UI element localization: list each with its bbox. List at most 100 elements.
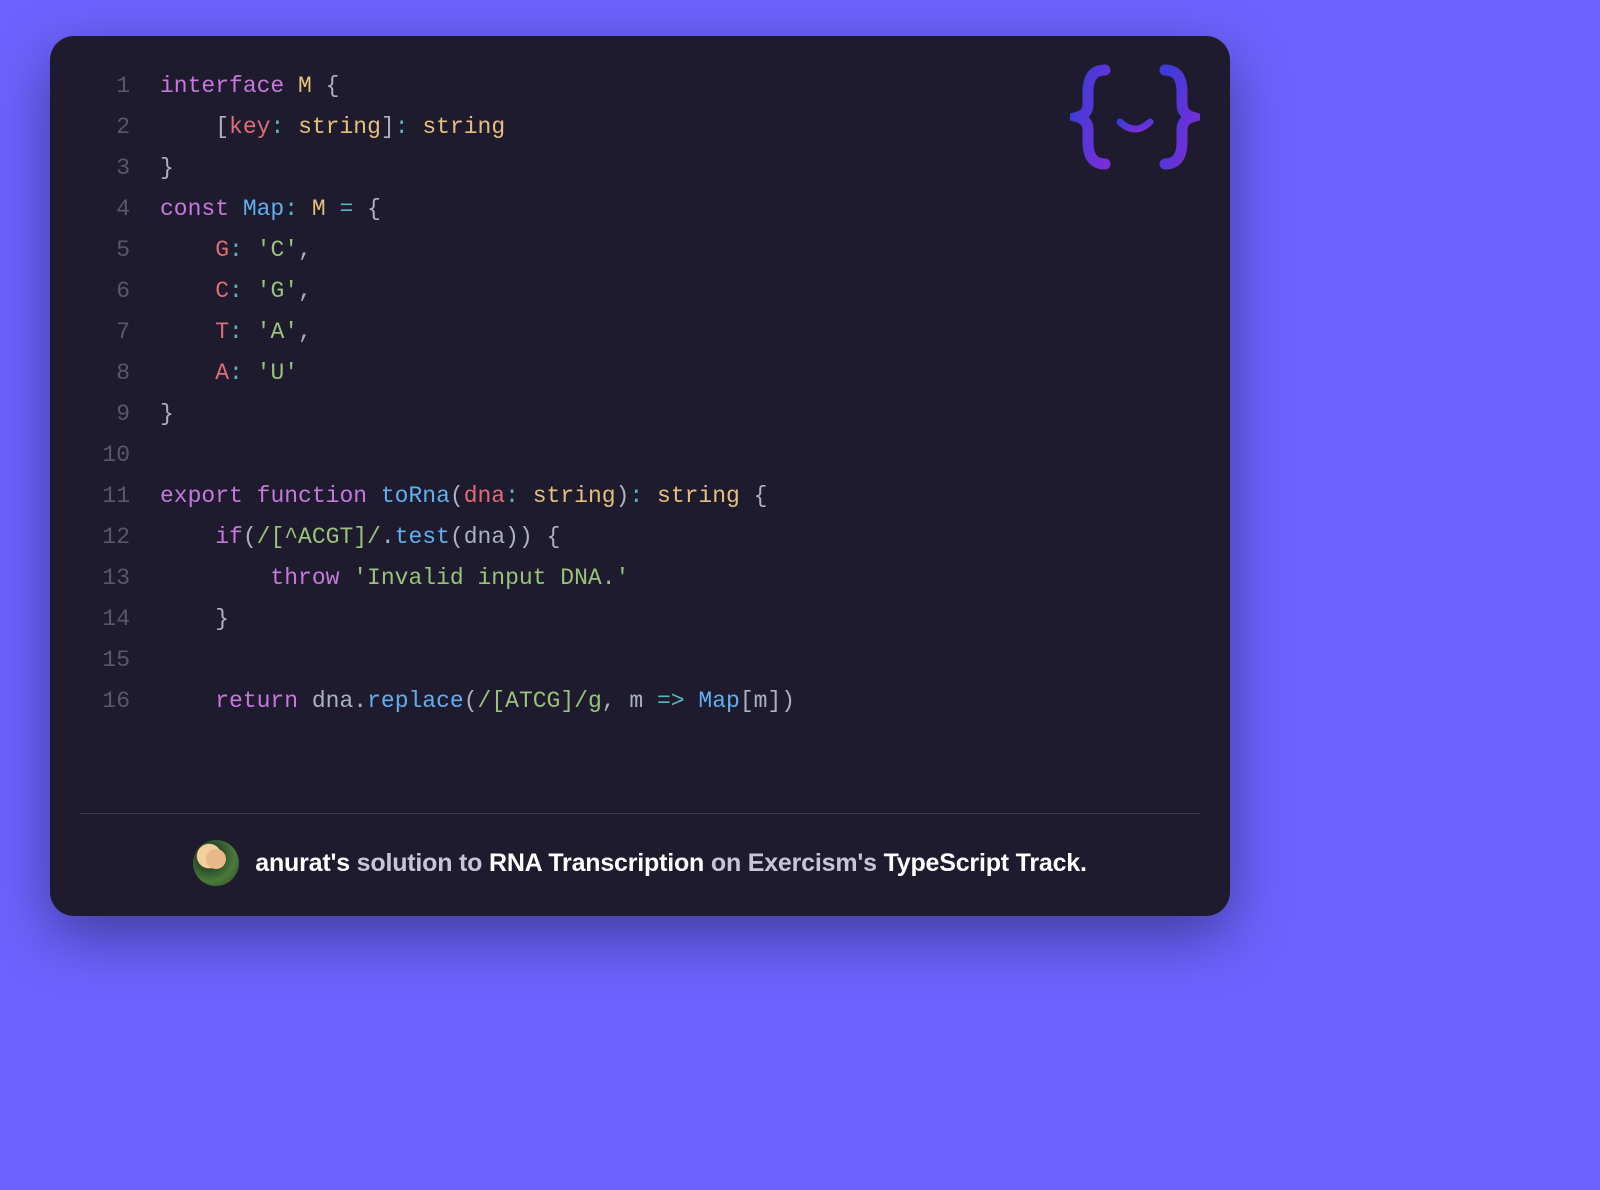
token-op: :	[229, 360, 243, 386]
token-kw: const	[160, 196, 229, 222]
token-op: :	[229, 319, 243, 345]
token-str: /[^ACGT]/	[257, 524, 381, 550]
line-number: 5	[80, 230, 130, 271]
exercism-logo-icon	[1070, 62, 1200, 172]
token-plain	[353, 196, 367, 222]
token-punct: )	[616, 483, 630, 509]
code-line: 5 G: 'C',	[80, 230, 1200, 271]
code-line: 9}	[80, 394, 1200, 435]
token-type: M	[312, 196, 326, 222]
code-line: 12 if(/[^ACGT]/.test(dna)) {	[80, 517, 1200, 558]
token-plain	[243, 278, 257, 304]
token-plain	[339, 565, 353, 591]
line-number: 1	[80, 66, 130, 107]
line-number: 3	[80, 148, 130, 189]
token-punct: ))	[505, 524, 533, 550]
token-op: :	[395, 114, 409, 140]
token-type: string	[298, 114, 381, 140]
token-plain	[160, 319, 215, 345]
code-content: export function toRna(dna: string): stri…	[160, 476, 1200, 517]
code-line: 15	[80, 640, 1200, 681]
token-plain	[643, 483, 657, 509]
token-punct: .	[381, 524, 395, 550]
token-plain	[409, 114, 423, 140]
line-number: 6	[80, 271, 130, 312]
token-punct: (	[243, 524, 257, 550]
token-plain	[160, 606, 215, 632]
token-plain	[243, 319, 257, 345]
code-line: 2 [key: string]: string	[80, 107, 1200, 148]
token-plain	[243, 237, 257, 263]
code-line: 10	[80, 435, 1200, 476]
token-op: :	[229, 237, 243, 263]
token-var: T	[215, 319, 229, 345]
token-plain: m	[616, 688, 657, 714]
token-fn: replace	[367, 688, 464, 714]
caption-exercise: RNA Transcription	[489, 849, 704, 877]
code-content: }	[160, 599, 1200, 640]
line-number: 12	[80, 517, 130, 558]
code-content: }	[160, 394, 1200, 435]
token-type: M	[298, 73, 312, 99]
token-plain	[243, 483, 257, 509]
token-plain	[685, 688, 699, 714]
token-punct: }	[160, 155, 174, 181]
line-number: 9	[80, 394, 130, 435]
token-str: 'A'	[257, 319, 298, 345]
token-var: C	[215, 278, 229, 304]
line-number: 15	[80, 640, 130, 681]
code-line: 11export function toRna(dna: string): st…	[80, 476, 1200, 517]
line-number: 13	[80, 558, 130, 599]
code-line: 8 A: 'U'	[80, 353, 1200, 394]
line-number: 7	[80, 312, 130, 353]
caption-solution: solution to	[350, 849, 489, 877]
code-content: [key: string]: string	[160, 107, 1200, 148]
token-fn: toRna	[381, 483, 450, 509]
token-punct: [	[215, 114, 229, 140]
caption-user: anurat's	[255, 849, 350, 877]
token-str: 'Invalid input DNA.'	[353, 565, 629, 591]
token-punct: {	[326, 73, 340, 99]
token-str: /[ATCG]/g	[478, 688, 602, 714]
token-plain	[160, 360, 215, 386]
token-punct: (	[464, 688, 478, 714]
code-content: return dna.replace(/[ATCG]/g, m => Map[m…	[160, 681, 1200, 722]
code-content: if(/[^ACGT]/.test(dna)) {	[160, 517, 1200, 558]
line-number: 8	[80, 353, 130, 394]
code-content: A: 'U'	[160, 353, 1200, 394]
token-punct: ,	[298, 319, 312, 345]
token-punct: ,	[602, 688, 616, 714]
token-plain	[160, 565, 270, 591]
token-plain: dna	[312, 688, 353, 714]
token-punct: }	[215, 606, 229, 632]
caption-track: TypeScript Track.	[884, 849, 1087, 877]
code-block: 1interface M {2 [key: string]: string3}4…	[50, 66, 1230, 795]
token-punct: ]	[381, 114, 395, 140]
code-line: 1 interface M {	[80, 66, 1200, 107]
token-kw: throw	[270, 565, 339, 591]
token-kw: if	[215, 524, 243, 550]
token-ident: Map	[698, 688, 739, 714]
token-punct: {	[754, 483, 768, 509]
token-punct: .	[353, 688, 367, 714]
token-type: string	[422, 114, 505, 140]
code-content: const Map: M = {	[160, 189, 1200, 230]
token-str: 'G'	[257, 278, 298, 304]
token-punct: (	[450, 524, 464, 550]
code-content: throw 'Invalid input DNA.'	[160, 558, 1200, 599]
token-punct: ])	[767, 688, 795, 714]
token-plain: dna	[464, 524, 505, 550]
token-kw: interface	[160, 73, 284, 99]
token-punct: (	[450, 483, 464, 509]
token-kw: export	[160, 483, 243, 509]
line-number: 14	[80, 599, 130, 640]
token-punct: }	[160, 401, 174, 427]
token-plain	[284, 73, 298, 99]
token-plain	[298, 196, 312, 222]
token-op: :	[505, 483, 519, 509]
code-line: 14 }	[80, 599, 1200, 640]
token-plain	[740, 483, 754, 509]
token-punct: ,	[298, 278, 312, 304]
code-content: }	[160, 148, 1200, 189]
code-line: 16 return dna.replace(/[ATCG]/g, m => Ma…	[80, 681, 1200, 722]
